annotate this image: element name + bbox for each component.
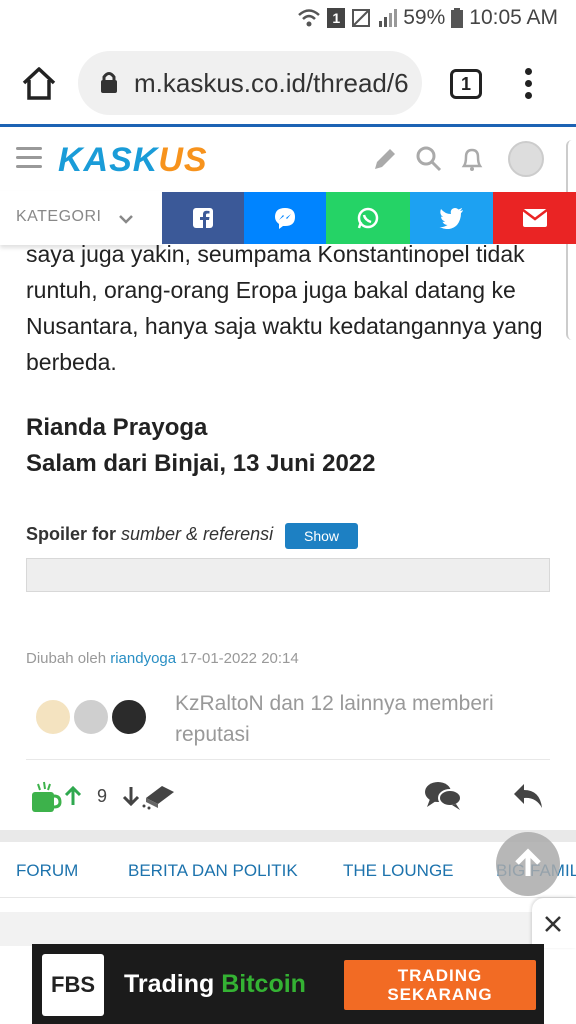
lock-icon — [101, 72, 117, 93]
messenger-icon — [275, 208, 295, 229]
whatsapp-icon — [357, 207, 379, 229]
avatar — [72, 698, 110, 736]
close-ad-button[interactable] — [532, 898, 576, 948]
wifi-icon — [298, 9, 321, 27]
email-icon — [521, 209, 548, 227]
edited-time: 17-01-2022 20:14 — [180, 650, 299, 667]
post-paragraph: saya juga yakin, seumpama Konstantinopel… — [26, 241, 543, 375]
nav-item-forum[interactable]: FORUM — [16, 861, 78, 881]
no-sim-icon — [352, 9, 371, 27]
upvote-arrow-icon[interactable] — [64, 786, 82, 806]
post-actions: 9 — [0, 772, 576, 822]
comment-icon[interactable] — [424, 780, 462, 812]
tab-switcher-button[interactable]: 1 — [450, 69, 482, 99]
divider — [26, 759, 550, 760]
url-text: m.kaskus.co.id/thread/6 — [134, 68, 409, 98]
post-signature: Rianda Prayoga Salam dari Binjai, 13 Jun… — [26, 410, 376, 482]
spoiler-content-box — [26, 558, 550, 592]
home-icon[interactable] — [20, 65, 58, 101]
user-avatar[interactable] — [508, 141, 544, 177]
cendol-icon[interactable] — [30, 780, 62, 814]
search-icon[interactable] — [415, 145, 443, 173]
twitter-icon — [439, 207, 463, 229]
browser-menu-icon[interactable] — [525, 68, 535, 100]
kategori-label: KATEGORI — [16, 208, 102, 225]
url-bar[interactable]: m.kaskus.co.id/thread/6 — [78, 51, 422, 115]
greeting-line: Salam dari Binjai, 13 Juni 2022 — [26, 450, 376, 477]
avatar — [110, 698, 148, 736]
ad-cta-button[interactable]: TRADING SEKARANG — [344, 960, 536, 1010]
downvote-arrow-icon[interactable] — [122, 786, 140, 806]
battery-icon — [451, 8, 464, 28]
nav-item-berita-dan-politik[interactable]: BERITA DAN POLITIK — [128, 861, 298, 881]
reputation-text[interactable]: KzRaltoN dan 12 lainnya memberi reputasi — [175, 688, 555, 750]
pencil-icon[interactable] — [371, 145, 399, 173]
spoiler-title: sumber & referensi — [121, 524, 274, 544]
edited-user-link[interactable]: riandyoga — [110, 650, 176, 667]
vote-score: 9 — [97, 786, 108, 806]
reply-icon[interactable] — [512, 782, 544, 810]
author-name: Rianda Prayoga — [26, 414, 208, 441]
avatar — [34, 698, 72, 736]
section-separator — [0, 830, 576, 842]
facebook-icon — [193, 208, 213, 228]
arrow-up-icon — [515, 848, 541, 876]
close-icon — [545, 916, 561, 932]
bata-brick-icon[interactable] — [140, 782, 176, 810]
spoiler-show-button[interactable]: Show — [285, 523, 358, 549]
category-nav: FORUM BERITA DAN POLITIK THE LOUNGE BIG … — [0, 842, 576, 898]
scroll-to-top-button[interactable] — [496, 832, 560, 896]
edited-info: Diubah oleh riandyoga 17-01-2022 20:14 — [26, 650, 299, 667]
edited-prefix: Diubah oleh — [26, 650, 107, 667]
ad-banner[interactable]: FBS Trading Bitcoin TRADING SEKARANG — [32, 944, 544, 1024]
chevron-down-icon — [119, 215, 133, 224]
browser-toolbar: m.kaskus.co.id/thread/6 1 — [0, 40, 576, 126]
ad-headline: Trading Bitcoin — [124, 970, 306, 998]
spoiler-header: Spoiler for sumber & referensi — [26, 524, 273, 545]
ad-brand-logo: FBS — [42, 954, 104, 1016]
notification-count-badge: 1 — [327, 8, 346, 28]
status-bar: 1 59% 10:05 AM — [0, 0, 576, 40]
battery-percent: 59% — [403, 6, 446, 29]
spoiler-label: Spoiler for — [26, 524, 117, 544]
signal-icon — [379, 9, 398, 27]
nav-item-the-lounge[interactable]: THE LOUNGE — [343, 861, 454, 881]
bell-icon[interactable] — [458, 145, 486, 173]
kaskus-logo[interactable]: KASKUS — [58, 141, 208, 180]
site-header: KASKUS — [0, 127, 566, 191]
content-gap — [0, 912, 576, 946]
clock: 10:05 AM — [469, 6, 558, 29]
hamburger-menu-icon[interactable] — [16, 147, 42, 168]
